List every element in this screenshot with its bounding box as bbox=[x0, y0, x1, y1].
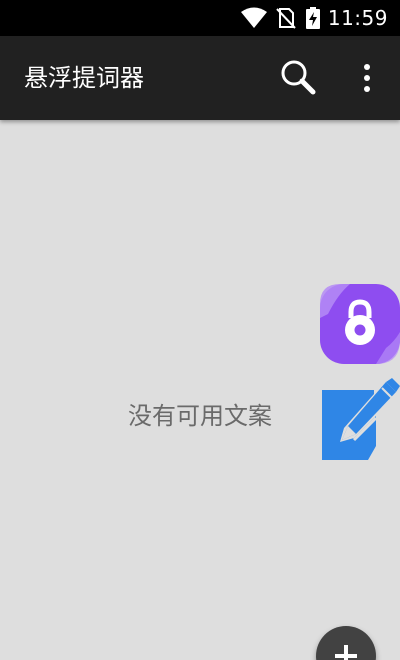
page-title: 悬浮提词器 bbox=[24, 64, 144, 92]
status-time: 11:59 bbox=[327, 6, 388, 30]
app-bar: 悬浮提词器 bbox=[0, 36, 400, 120]
add-script-button[interactable] bbox=[316, 626, 376, 660]
wifi-icon bbox=[240, 7, 268, 33]
more-options-button[interactable] bbox=[352, 58, 382, 98]
lock-icon bbox=[320, 284, 400, 368]
app-screen: 11:59 悬浮提词器 没有可用文案 bbox=[0, 0, 400, 660]
floating-lock-button[interactable] bbox=[320, 284, 400, 364]
battery-charging-icon bbox=[306, 7, 320, 33]
more-vert-icon bbox=[352, 64, 382, 102]
search-icon bbox=[279, 60, 319, 102]
floating-edit-button[interactable] bbox=[320, 378, 400, 462]
no-sim-icon bbox=[276, 7, 296, 33]
status-bar: 11:59 bbox=[0, 0, 400, 36]
search-button[interactable] bbox=[279, 58, 319, 98]
plus-icon bbox=[334, 644, 358, 660]
edit-icon bbox=[320, 378, 400, 466]
